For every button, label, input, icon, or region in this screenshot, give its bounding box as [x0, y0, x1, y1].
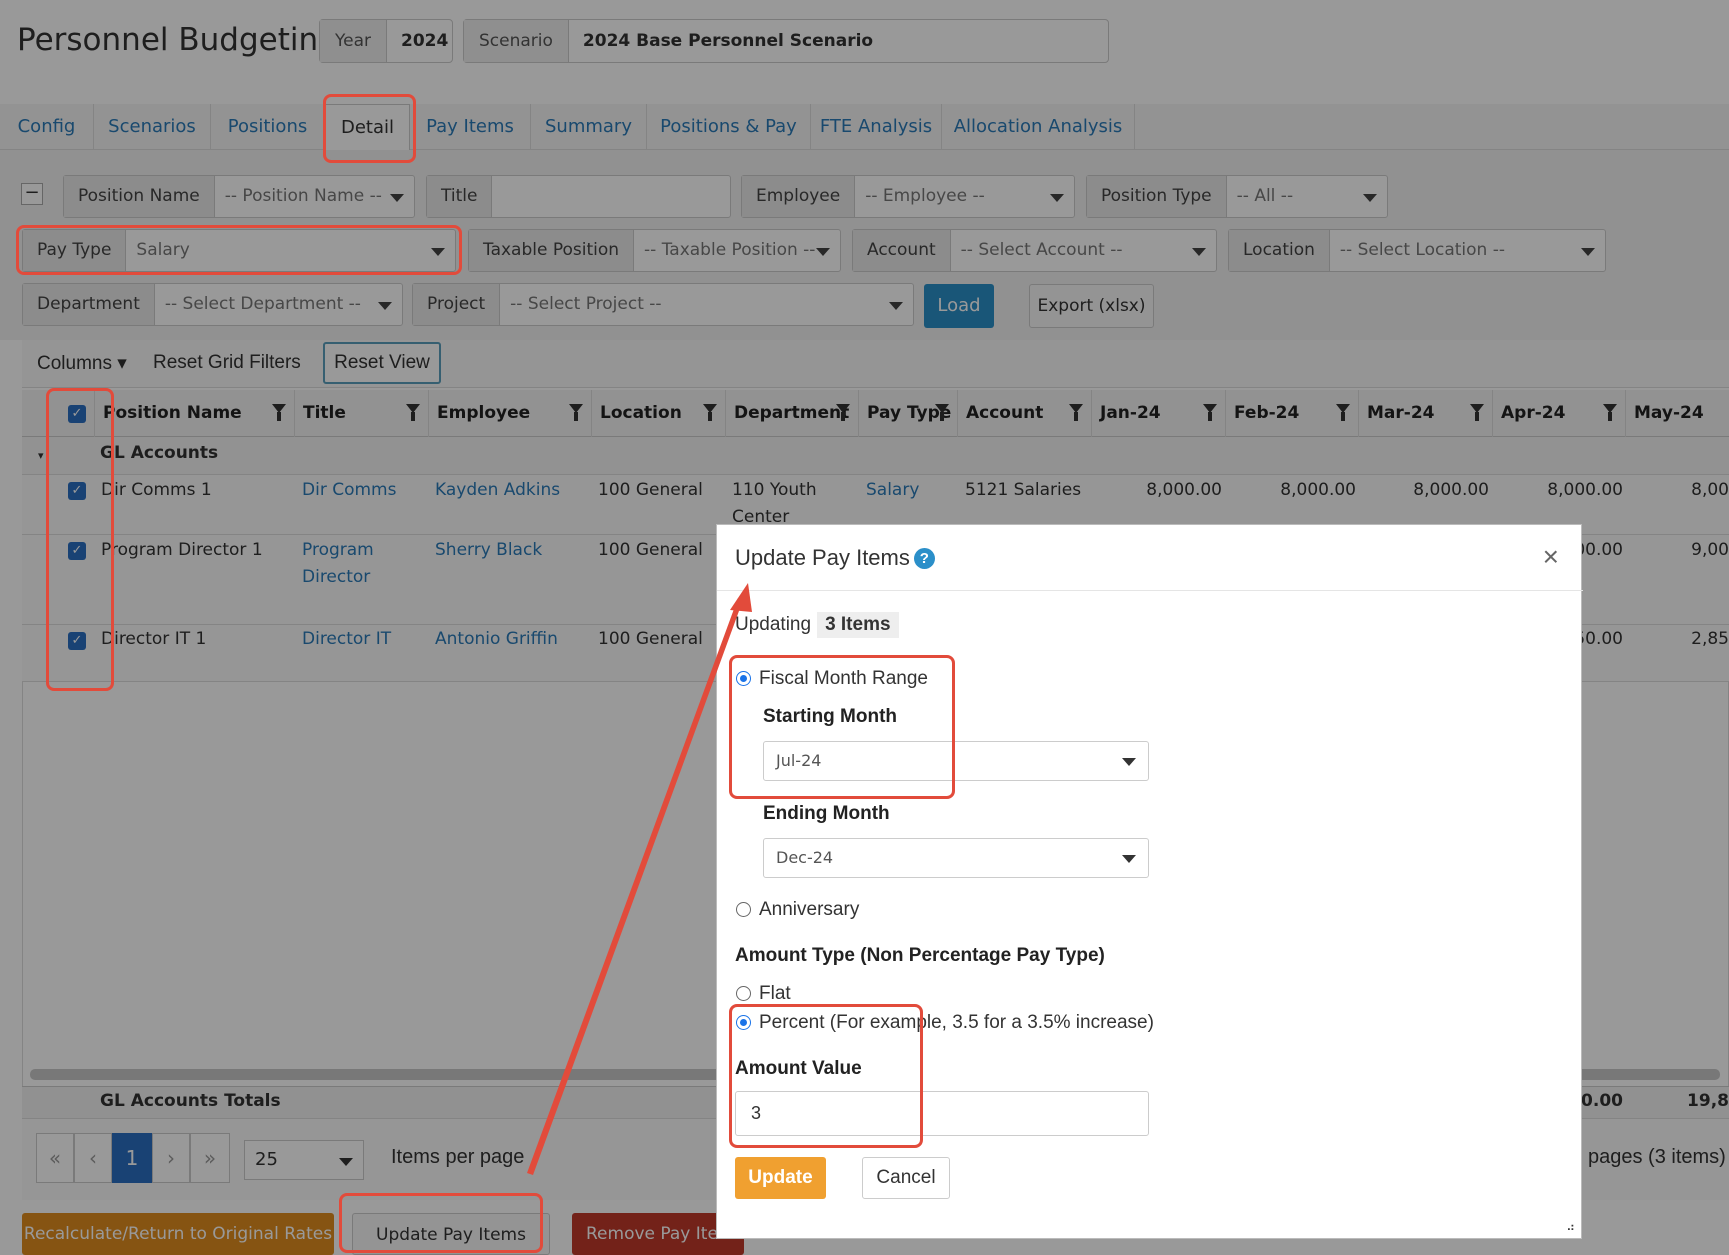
- close-icon[interactable]: ×: [1543, 541, 1559, 573]
- flat-radio[interactable]: [736, 986, 751, 1001]
- annotation-percent-amount: [729, 1004, 923, 1148]
- annotation-fiscal-range: [729, 655, 955, 799]
- dialog-cancel-button[interactable]: Cancel: [862, 1157, 950, 1199]
- resize-grip-icon[interactable]: ⠴: [1566, 1220, 1575, 1234]
- annotation-checkboxes: [46, 388, 114, 691]
- dialog-divider: [717, 590, 1583, 591]
- updating-count: Updating 3 Items: [735, 612, 899, 638]
- dialog-update-button[interactable]: Update: [735, 1157, 826, 1199]
- anniversary-label: Anniversary: [759, 899, 860, 920]
- amount-type-label: Amount Type (Non Percentage Pay Type): [735, 945, 1105, 966]
- ending-month-label: Ending Month: [763, 803, 890, 824]
- annotation-update-button: [339, 1193, 543, 1253]
- ending-month-select[interactable]: Dec-24: [763, 838, 1149, 878]
- flat-label: Flat: [759, 983, 791, 1004]
- chevron-down-icon: [1122, 758, 1136, 766]
- chevron-down-icon: [1122, 855, 1136, 863]
- help-icon[interactable]: ?: [913, 548, 935, 569]
- annotation-pay-type: [16, 225, 462, 275]
- anniversary-radio[interactable]: [736, 902, 751, 917]
- dialog-title: Update Pay Items?: [735, 545, 935, 571]
- annotation-detail-tab: [323, 94, 416, 163]
